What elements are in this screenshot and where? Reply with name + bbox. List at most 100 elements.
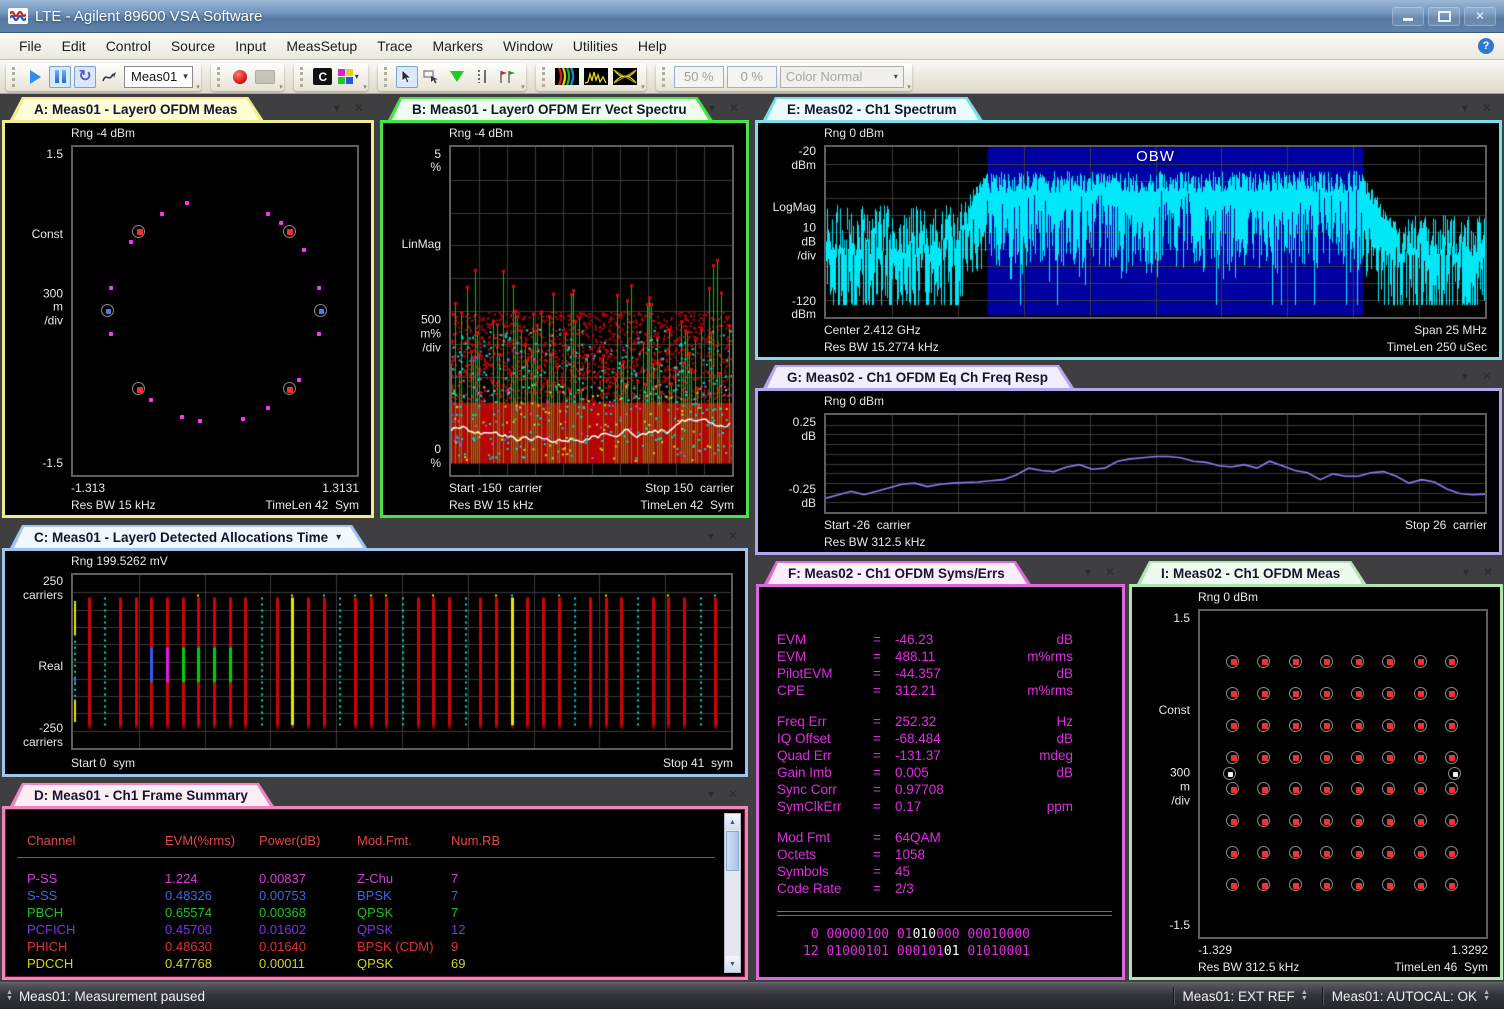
group-drag-handle[interactable] — [662, 67, 668, 87]
menu-file[interactable]: File — [10, 35, 51, 57]
constellation-plot-i[interactable] — [1198, 609, 1488, 939]
panel-close-icon[interactable]: ✕ — [1482, 101, 1492, 115]
panel-close-icon[interactable]: ✕ — [729, 101, 739, 115]
peak-marker-button[interactable] — [446, 66, 468, 88]
color-map-button[interactable]: ▾ — [337, 66, 360, 88]
table-row[interactable]: PCFICH0.457000.01602QPSK12 — [5, 922, 745, 939]
scroll-up-icon[interactable]: ▲ — [725, 814, 740, 830]
constellation-point — [1262, 883, 1268, 889]
group-drag-handle[interactable] — [300, 67, 306, 87]
spectrum-plot[interactable]: OBW — [824, 145, 1487, 319]
help-icon[interactable]: ? — [1478, 38, 1494, 54]
constellation-plot-a[interactable] — [71, 145, 359, 477]
panel-close-icon[interactable]: ✕ — [1482, 369, 1492, 383]
zoom-select-tool-button[interactable] — [421, 66, 443, 88]
panel-menu-icon[interactable]: ▾ — [708, 529, 714, 543]
table-scrollbar[interactable]: ▲ ▼ — [724, 813, 741, 973]
offset-percent-field[interactable]: 0 % — [727, 66, 777, 88]
menu-markers[interactable]: Markers — [423, 35, 492, 57]
trace-select-icon[interactable]: ▾ — [336, 532, 341, 543]
panel-d-tab[interactable]: D: Meas01 - Ch1 Frame Summary — [10, 783, 274, 806]
pause-button[interactable] — [49, 66, 71, 88]
group-drag-handle[interactable] — [384, 67, 390, 87]
panel-close-icon[interactable]: ✕ — [354, 101, 364, 115]
freq-response-plot[interactable] — [824, 413, 1487, 514]
group-overflow-icon[interactable]: ▾ — [521, 84, 525, 91]
maximize-button[interactable] — [1428, 7, 1460, 26]
panel-close-icon[interactable]: ✕ — [728, 787, 738, 801]
panel-e-tab[interactable]: E: Meas02 - Ch1 Spectrum — [763, 97, 983, 120]
minimize-button[interactable] — [1392, 7, 1424, 26]
panel-menu-icon[interactable]: ▾ — [1463, 565, 1469, 579]
single-sweep-icon[interactable] — [99, 66, 121, 88]
restart-button[interactable]: ↻ — [74, 66, 96, 88]
panel-i-tab[interactable]: I: Meas02 - Ch1 OFDM Meas — [1137, 561, 1366, 584]
allocations-plot[interactable] — [71, 573, 733, 750]
table-row[interactable]: P-SS1.2240.00837Z-Chu7 — [5, 871, 745, 888]
scroll-down-icon[interactable]: ▼ — [725, 956, 740, 972]
close-button[interactable]: ✕ — [1464, 7, 1496, 26]
freq-response-canvas[interactable] — [826, 415, 1485, 512]
eye-diagram-view-button[interactable] — [612, 66, 638, 88]
panel-close-icon[interactable]: ✕ — [1105, 565, 1115, 579]
menu-input[interactable]: Input — [226, 35, 275, 57]
panel-menu-icon[interactable]: ▾ — [708, 787, 714, 801]
status-spinner-icon[interactable]: ▲▼ — [1483, 990, 1490, 1002]
menu-edit[interactable]: Edit — [53, 35, 95, 57]
group-overflow-icon[interactable]: ▾ — [907, 84, 911, 91]
panel-a-tab[interactable]: A: Meas01 - Layer0 OFDM Meas — [10, 97, 263, 120]
menu-control[interactable]: Control — [97, 35, 160, 57]
meas-select-dropdown[interactable]: Meas01 ▾ — [124, 66, 193, 88]
status-spinner-icon[interactable]: ▲▼ — [1301, 990, 1308, 1002]
group-overflow-icon[interactable]: ▾ — [279, 84, 283, 91]
panel-b-tab[interactable]: B: Meas01 - Layer0 OFDM Err Vect Spectru — [388, 97, 713, 120]
panel-menu-icon[interactable]: ▾ — [1462, 101, 1468, 115]
table-row[interactable]: S-SS0.483260.00753BPSK7 — [5, 888, 745, 905]
band-marker-button[interactable] — [471, 66, 493, 88]
panel-g-tab[interactable]: G: Meas02 - Ch1 OFDM Eq Ch Freq Resp — [763, 365, 1074, 388]
overlap-percent-field[interactable]: 50 % — [674, 66, 724, 88]
table-row[interactable]: PBCH0.655740.00368QPSK7 — [5, 905, 745, 922]
menu-trace[interactable]: Trace — [368, 35, 421, 57]
spectrum-canvas[interactable] — [826, 147, 1485, 317]
group-drag-handle[interactable] — [542, 67, 548, 87]
menu-window[interactable]: Window — [494, 35, 562, 57]
channel-c-button[interactable]: C — [312, 66, 334, 88]
panel-c-tab[interactable]: C: Meas01 - Layer0 Detected Allocations … — [10, 525, 367, 548]
constellation-point — [1387, 787, 1393, 793]
error-vector-plot[interactable] — [449, 145, 734, 477]
play-button[interactable] — [24, 66, 46, 88]
panel-close-icon[interactable]: ✕ — [1483, 565, 1493, 579]
marker-flags-icon[interactable] — [496, 66, 518, 88]
menu-help[interactable]: Help — [629, 35, 676, 57]
menu-meassetup[interactable]: MeasSetup — [277, 35, 366, 57]
group-drag-handle[interactable] — [217, 67, 223, 87]
panel-f-tab[interactable]: F: Meas02 - Ch1 OFDM Syms/Errs — [764, 561, 1031, 584]
record-button[interactable] — [229, 66, 251, 88]
panel-menu-icon[interactable]: ▾ — [1462, 369, 1468, 383]
scrollbar-thumb[interactable] — [726, 831, 739, 871]
group-overflow-icon[interactable]: ▾ — [641, 84, 645, 91]
spectrogram-view-button[interactable] — [554, 66, 580, 88]
pointer-tool-button[interactable] — [396, 66, 418, 88]
spectrum-view-button[interactable] — [583, 66, 609, 88]
panel-menu-icon[interactable]: ▾ — [709, 101, 715, 115]
status-spinner-icon[interactable]: ▲▼ — [6, 990, 13, 1002]
allocations-canvas[interactable] — [73, 575, 731, 748]
group-drag-handle[interactable] — [12, 67, 18, 87]
error-vector-canvas[interactable] — [451, 147, 732, 475]
screenshot-button[interactable] — [254, 66, 276, 88]
constellation-point — [1449, 691, 1455, 697]
group-overflow-icon[interactable]: ▾ — [363, 84, 367, 91]
group-overflow-icon[interactable]: ▾ — [196, 84, 200, 91]
toolbar-group-record: ▾ — [211, 63, 284, 91]
panel-close-icon[interactable]: ✕ — [728, 529, 738, 543]
table-row[interactable]: PDCCH0.477680.00011QPSK69 — [5, 956, 745, 970]
panel-menu-icon[interactable]: ▾ — [334, 101, 340, 115]
title-bar[interactable]: LTE - Agilent 89600 VSA Software ✕ — [0, 0, 1504, 33]
panel-menu-icon[interactable]: ▾ — [1085, 565, 1091, 579]
color-mode-dropdown[interactable]: Color Normal ▾ — [780, 66, 904, 88]
menu-source[interactable]: Source — [162, 35, 224, 57]
menu-utilities[interactable]: Utilities — [564, 35, 627, 57]
table-row[interactable]: PHICH0.486300.01640BPSK (CDM)9 — [5, 939, 745, 956]
